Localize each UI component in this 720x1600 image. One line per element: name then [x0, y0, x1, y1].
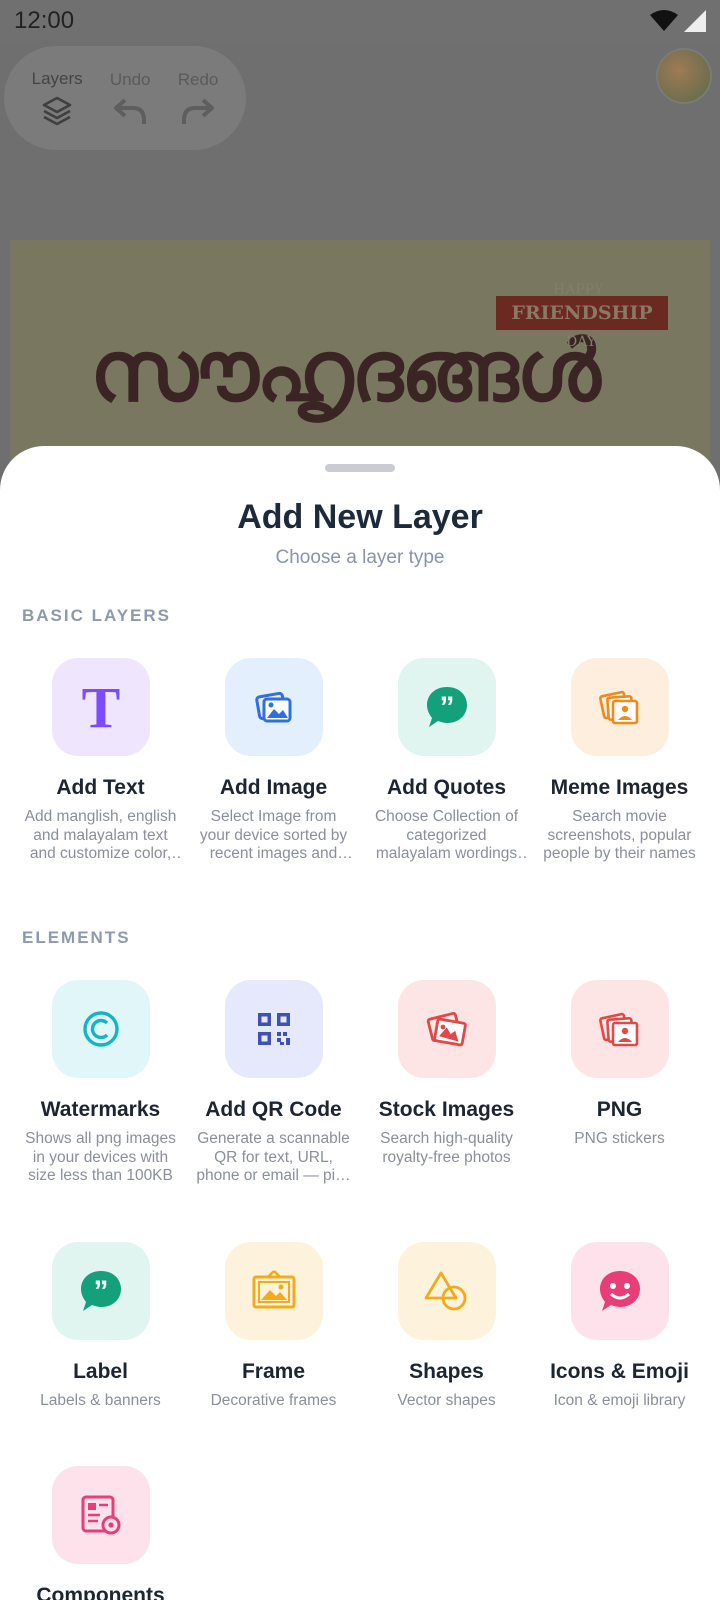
- section-elements: ELEMENTS: [22, 928, 131, 947]
- layer-option-label[interactable]: ” Label Labels & banners: [14, 1241, 187, 1411]
- layer-option-title: Meme Images: [550, 776, 689, 799]
- system-icons: [650, 10, 706, 32]
- svg-text:”: ”: [439, 691, 454, 724]
- text-icon: T: [51, 658, 150, 756]
- meme-images-icon: [570, 658, 669, 756]
- layer-option-add-image[interactable]: Add Image Select Image from your device s…: [187, 658, 360, 864]
- layer-option-title: Add Image: [219, 776, 328, 799]
- layer-option-shapes[interactable]: Shapes Vector shapes: [360, 1241, 533, 1411]
- layer-option-description: Search high-quality royalty-free photos: [380, 1130, 513, 1166]
- copyright-icon: [51, 980, 150, 1078]
- status-bar: 12:00: [0, 0, 720, 42]
- canvas-banner-bottom: DAY: [566, 334, 597, 350]
- undo-button[interactable]: Undo: [110, 70, 151, 126]
- layer-option-title: Components: [36, 1584, 165, 1600]
- undo-label: Undo: [109, 70, 151, 89]
- layer-option-description: Select Image from your device sorted by …: [199, 808, 348, 862]
- redo-button[interactable]: Redo: [177, 70, 219, 126]
- svg-text:T: T: [81, 679, 120, 735]
- layers-icon: [42, 96, 72, 126]
- add-layer-sheet: Add New Layer Choose a layer type BASIC …: [0, 446, 720, 1600]
- shapes-icon: [397, 1241, 496, 1340]
- layer-option-title: Label: [73, 1359, 128, 1383]
- layer-option-description: Shows all png images in your devices wit…: [25, 1130, 176, 1184]
- label-bubble-icon: ”: [51, 1241, 150, 1340]
- layer-option-stock-images[interactable]: Stock Images Search high-quality royalty-…: [360, 980, 533, 1186]
- layer-option-frame[interactable]: Frame Decorative frames: [187, 1241, 360, 1411]
- screen: 12:00 Layers Undo Redo സൗഹൃദങ്ങൾ HAPPY F…: [0, 0, 720, 1600]
- frame-icon: [224, 1241, 323, 1340]
- layer-option-title: Icons & Emoji: [550, 1359, 689, 1383]
- layers-label: Layers: [31, 69, 83, 88]
- layer-option-description: Decorative frames: [210, 1391, 337, 1409]
- layer-option-description: Add manglish, english and malayalam text…: [24, 808, 177, 862]
- qr-code-icon: [224, 980, 323, 1078]
- layer-option-png[interactable]: PNG PNG stickers: [533, 980, 706, 1186]
- status-time: 12:00: [14, 7, 75, 34]
- layer-option-meme-images[interactable]: Meme Images Search movie screenshots, pop…: [533, 658, 706, 864]
- layer-option-title: Add Text: [56, 776, 145, 799]
- image-icon: [224, 658, 323, 756]
- layer-option-description: Vector shapes: [397, 1391, 496, 1409]
- basic-layers-grid: T Add Text Add manglish, english and malay…: [14, 658, 706, 864]
- canvas-title-text: സൗഹൃദങ്ങൾ: [90, 322, 601, 420]
- section-basic-layers: BASIC LAYERS: [22, 606, 172, 625]
- canvas-banner: FRIENDSHIP: [496, 296, 668, 330]
- layer-option-description: Labels & banners: [40, 1391, 161, 1409]
- wifi-icon: [650, 10, 678, 31]
- layer-option-icons-and-emoji[interactable]: Icons & Emoji Icon & emoji library: [533, 1241, 706, 1411]
- layer-option-description: Generate a scannable QR for text, URL, p…: [196, 1130, 351, 1184]
- sheet-drag-handle[interactable]: [325, 464, 395, 472]
- sheet-subtitle: Choose a layer type: [275, 547, 445, 568]
- cell-signal-icon: [684, 10, 706, 32]
- layer-option-title: PNG: [596, 1098, 643, 1121]
- layer-option-add-quotes[interactable]: ” Add Quotes Choose Collection of categori…: [360, 658, 533, 864]
- elements-grid: Watermarks Shows all png images in your d…: [14, 980, 706, 1600]
- layer-option-components[interactable]: Components: [14, 1466, 187, 1600]
- layer-option-title: Frame: [241, 1359, 306, 1383]
- layer-option-title: Add QR Code: [205, 1098, 342, 1121]
- components-icon: [51, 1466, 150, 1564]
- editor-toolbar: Layers Undo Redo: [4, 46, 246, 150]
- undo-icon: [114, 98, 147, 124]
- layer-option-title: Add Quotes: [387, 776, 506, 799]
- layer-option-description: Choose Collection of categorized malayal…: [374, 808, 519, 862]
- emoji-icon: [570, 1241, 669, 1340]
- png-sticker-icon: [570, 980, 669, 1078]
- quote-bubble-icon: ”: [397, 658, 496, 756]
- layers-button[interactable]: Layers: [32, 69, 83, 127]
- avatar[interactable]: [656, 48, 712, 104]
- redo-icon: [182, 98, 215, 124]
- layer-option-description: Search movie screenshots, popular people…: [543, 808, 696, 862]
- layer-option-description: Icon & emoji library: [553, 1391, 686, 1409]
- layer-option-title: Stock Images: [378, 1098, 515, 1121]
- layer-option-watermarks[interactable]: Watermarks Shows all png images in your d…: [14, 980, 187, 1186]
- layer-option-description: PNG stickers: [574, 1130, 665, 1147]
- layer-option-title: Watermarks: [40, 1098, 161, 1121]
- layer-option-add-text[interactable]: T Add Text Add manglish, english and malay…: [14, 658, 187, 864]
- layer-option-title: Shapes: [409, 1359, 484, 1383]
- redo-label: Redo: [177, 70, 219, 89]
- svg-text:”: ”: [93, 1275, 108, 1308]
- stock-images-icon: [397, 980, 496, 1078]
- sheet-title: Add New Layer: [237, 498, 483, 536]
- layer-option-add-qr-code[interactable]: Add QR Code Generate a scannable QR for t…: [187, 980, 360, 1186]
- canvas-banner-main: FRIENDSHIP: [511, 302, 653, 324]
